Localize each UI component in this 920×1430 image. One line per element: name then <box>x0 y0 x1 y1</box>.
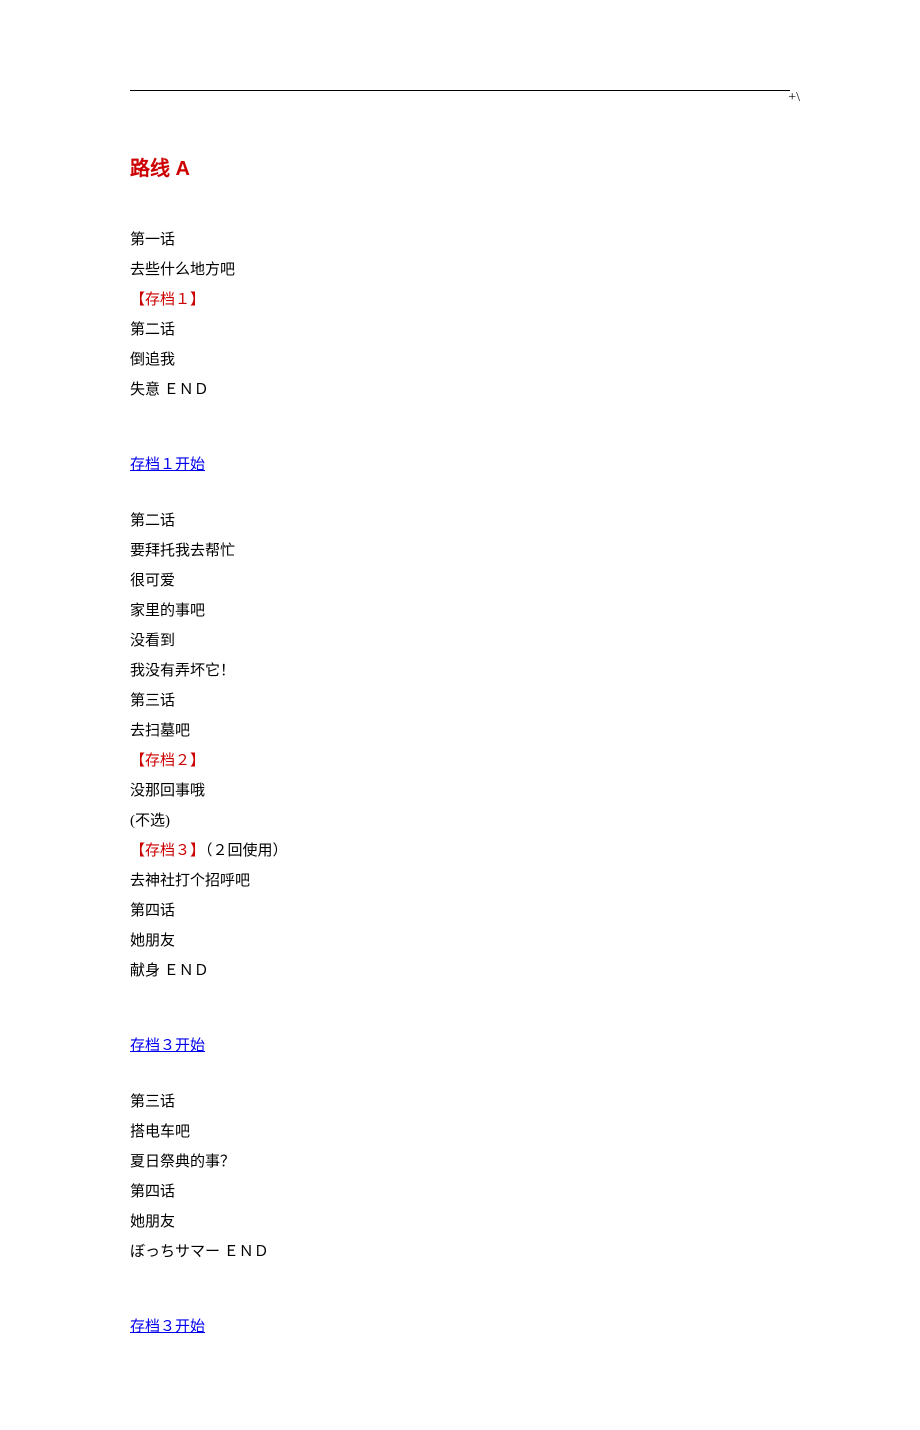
walkthrough-block: 第二话要拜托我去帮忙很可爱家里的事吧没看到我没有弄坏它！ 第三话去扫墓吧【存档２】… <box>130 508 790 985</box>
save-link-heading[interactable]: 存档３开始 <box>130 1033 205 1060</box>
walkthrough-line: 她朋友 <box>130 1209 790 1236</box>
walkthrough-line: 第二话 <box>130 508 790 535</box>
walkthrough-line: 去些什么地方吧 <box>130 257 790 284</box>
walkthrough-line: 第二话 <box>130 317 790 344</box>
route-title: 路线 A <box>130 151 790 187</box>
walkthrough-line: 没那回事哦 <box>130 778 790 805</box>
walkthrough-line: 第三话 <box>130 1089 790 1116</box>
walkthrough-line: 去扫墓吧 <box>130 718 790 745</box>
walkthrough-line: 失意 ＥＮＤ <box>130 377 790 404</box>
save-marker: 【存档２】 <box>130 748 790 775</box>
walkthrough-line: 很可爱 <box>130 568 790 595</box>
walkthrough-line: 第一话 <box>130 227 790 254</box>
walkthrough-line: 倒追我 <box>130 347 790 374</box>
walkthrough-line: 【存档３】（２回使用） <box>130 838 790 865</box>
document-page: +\ 路线 A 第一话去些什么地方吧【存档１】第二话倒追我失意 ＥＮＤ存档１开始… <box>0 0 920 1430</box>
header-divider <box>130 90 790 91</box>
walkthrough-line: 我没有弄坏它！ <box>130 658 790 685</box>
walkthrough-block: 第一话去些什么地方吧【存档１】第二话倒追我失意 ＥＮＤ <box>130 227 790 404</box>
save-suffix: （２回使用） <box>205 843 288 859</box>
sections-container: 第一话去些什么地方吧【存档１】第二话倒追我失意 ＥＮＤ存档１开始第二话要拜托我去… <box>130 227 790 1366</box>
save-marker: 【存档１】 <box>130 287 790 314</box>
walkthrough-line: 献身 ＥＮＤ <box>130 958 790 985</box>
walkthrough-line: 夏日祭典的事？ <box>130 1149 790 1176</box>
walkthrough-block: 第三话搭电车吧夏日祭典的事？ 第四话她朋友ぼっちサマー ＥＮＤ <box>130 1089 790 1266</box>
walkthrough-line: 第四话 <box>130 1179 790 1206</box>
walkthrough-line: 第三话 <box>130 688 790 715</box>
walkthrough-line: 去神社打个招呼吧 <box>130 868 790 895</box>
save-marker: 【存档３】 <box>130 843 205 859</box>
walkthrough-line: 家里的事吧 <box>130 598 790 625</box>
walkthrough-line: 第四话 <box>130 898 790 925</box>
walkthrough-line: 要拜托我去帮忙 <box>130 538 790 565</box>
walkthrough-line: (不选) <box>130 808 790 835</box>
walkthrough-line: ぼっちサマー ＥＮＤ <box>130 1239 790 1266</box>
header-mark: +\ <box>788 85 800 110</box>
save-link-heading[interactable]: 存档１开始 <box>130 452 205 479</box>
walkthrough-line: 搭电车吧 <box>130 1119 790 1146</box>
save-link-heading[interactable]: 存档３开始 <box>130 1314 205 1341</box>
walkthrough-line: 她朋友 <box>130 928 790 955</box>
walkthrough-line: 没看到 <box>130 628 790 655</box>
